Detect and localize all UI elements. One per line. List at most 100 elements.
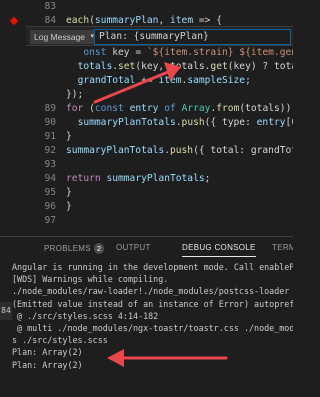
tab-problems[interactable]: PROBLEMS 2 bbox=[44, 243, 105, 254]
tab-label: DEBUG CONSOLE bbox=[182, 243, 256, 252]
code-token: summaryPlanTotals bbox=[77, 117, 176, 128]
tab-label: OUTPUT bbox=[116, 243, 151, 252]
code-token: onst bbox=[83, 47, 107, 58]
code-line[interactable]: 83 bbox=[0, 0, 293, 14]
code-token: `${item.strain} ${item.gender} bbox=[146, 47, 293, 58]
code-token: (key) ? totals. bbox=[227, 61, 293, 72]
bottom-panel: PROBLEMS2 OUTPUT DEBUG CONSOLE TERM Angu… bbox=[0, 236, 293, 397]
code-line[interactable]: 95} bbox=[0, 186, 293, 200]
code-token: from bbox=[216, 103, 240, 114]
code-line[interactable]: 93 bbox=[0, 158, 293, 172]
code-token: each bbox=[66, 15, 90, 26]
code-text: return summaryPlanTotals; bbox=[66, 172, 210, 186]
line-number: 92 bbox=[44, 145, 56, 156]
console-line: [WDS] Warnings while compiling. bbox=[12, 274, 169, 285]
code-token: } bbox=[66, 131, 72, 142]
code-token: ; bbox=[245, 75, 251, 86]
code-line[interactable]: 94 return summaryPlanTotals; bbox=[0, 172, 293, 186]
code-token: entry bbox=[256, 117, 286, 128]
code-token: ({ type: bbox=[204, 117, 257, 128]
code-text: }); bbox=[66, 88, 83, 102]
code-line[interactable]: 91} bbox=[0, 130, 293, 144]
code-line[interactable]: grandTotal += item.sampleSize; bbox=[0, 74, 293, 88]
code-token: ( bbox=[83, 103, 95, 114]
code-token: => { bbox=[193, 15, 222, 26]
line-number: 95 bbox=[44, 187, 56, 198]
code-token: grandTotal bbox=[77, 75, 136, 86]
line-number: 97 bbox=[44, 215, 56, 226]
code-token: } bbox=[66, 201, 72, 212]
code-line[interactable]: 89 for (const entry of Array.from(totals)… bbox=[0, 102, 293, 116]
line-number: 90 bbox=[44, 117, 56, 128]
code-text: for (const entry of Array.from(totals)) … bbox=[66, 102, 293, 116]
code-token: summaryPlan bbox=[94, 15, 159, 26]
console-line: ./node_modules/raw-loader!./node_modules… bbox=[12, 286, 290, 297]
console-line: @ ./src/styles.scss 4:14-182 bbox=[12, 310, 159, 321]
code-text: totals.set(key, totals.get(key) ? totals… bbox=[66, 60, 293, 74]
console-line-logpoint-output: Plan: Array(2) bbox=[12, 347, 83, 358]
tab-terminal[interactable]: TERM bbox=[272, 243, 293, 252]
code-text: grandTotal += item.sampleSize; bbox=[66, 74, 251, 88]
log-message-input[interactable]: Plan: {summaryPlan} bbox=[94, 29, 291, 45]
code-text: } bbox=[66, 130, 72, 144]
code-token: entry bbox=[129, 103, 159, 114]
problems-count-badge: 2 bbox=[93, 243, 105, 254]
code-line[interactable]: 96} bbox=[0, 200, 293, 214]
code-token: ({ total: grandTotal bbox=[193, 145, 293, 156]
console-line: s ./src/styles.scss bbox=[12, 335, 108, 346]
code-token: }); bbox=[66, 89, 84, 100]
code-token: return bbox=[66, 173, 101, 184]
tab-output[interactable]: OUTPUT bbox=[116, 243, 151, 252]
code-text: onst key = `${item.strain} ${item.gender… bbox=[66, 46, 293, 60]
code-token: summaryPlanTotals bbox=[106, 173, 205, 184]
line-number: 91 bbox=[44, 131, 56, 142]
code-line[interactable]: }); bbox=[0, 88, 293, 102]
code-line[interactable]: totals.set(key, totals.get(key) ? totals… bbox=[0, 60, 293, 74]
line-number: 83 bbox=[44, 1, 56, 12]
code-token: key = bbox=[106, 47, 147, 58]
code-token: item bbox=[158, 75, 182, 86]
console-line: (Emitted value instead of an instance of… bbox=[12, 298, 293, 309]
logpoint-type-select[interactable]: Log Message ▾ bbox=[30, 30, 98, 44]
code-token: of bbox=[164, 103, 176, 114]
code-line[interactable]: onst key = `${item.strain} ${item.gender… bbox=[0, 46, 293, 60]
code-token: , bbox=[158, 15, 170, 26]
side-line-number: 84 bbox=[0, 302, 12, 320]
tab-debug-console[interactable]: DEBUG CONSOLE bbox=[182, 243, 256, 257]
line-number: 89 bbox=[44, 103, 56, 114]
code-token: += bbox=[135, 75, 159, 86]
code-token: (key, totals. bbox=[135, 61, 211, 72]
logpoint-breakpoint-icon[interactable] bbox=[9, 16, 19, 26]
tab-label: PROBLEMS bbox=[44, 244, 91, 253]
code-token: get bbox=[210, 61, 228, 72]
code-token: sampleSize bbox=[187, 75, 246, 86]
console-line-logpoint-output: Plan: Array(2) bbox=[12, 359, 83, 370]
code-text: summaryPlanTotals.push({ total: grandTot… bbox=[66, 144, 293, 158]
code-token: summaryPlanTotals bbox=[66, 145, 165, 156]
tab-label: TERM bbox=[272, 243, 293, 252]
code-token: Array bbox=[181, 103, 211, 114]
line-number: 93 bbox=[44, 159, 56, 170]
logpoint-type-label: Log Message bbox=[34, 32, 86, 42]
code-line[interactable]: 90 summaryPlanTotals.push({ type: entry[… bbox=[0, 116, 293, 130]
console-line: Angular is running in the development mo… bbox=[12, 262, 293, 272]
code-token: push bbox=[181, 117, 205, 128]
code-line[interactable]: 92 summaryPlanTotals.push({ total: grandT… bbox=[0, 144, 293, 158]
code-token: for bbox=[66, 103, 84, 114]
code-token: item bbox=[170, 15, 194, 26]
code-text: } bbox=[66, 200, 72, 214]
debug-console-output[interactable]: Angular is running in the development mo… bbox=[12, 261, 293, 371]
code-token: 0 bbox=[291, 117, 293, 128]
code-text: } bbox=[66, 186, 72, 200]
code-text: summaryPlanTotals.push({ type: entry[0], bbox=[66, 116, 293, 130]
code-token: ; bbox=[204, 173, 211, 184]
line-number: 96 bbox=[44, 201, 56, 212]
code-line[interactable]: 97 bbox=[0, 214, 293, 228]
panel-tabs: PROBLEMS2 OUTPUT DEBUG CONSOLE TERM bbox=[0, 237, 293, 259]
code-token: push bbox=[169, 145, 194, 156]
line-number: 94 bbox=[44, 173, 56, 184]
code-token: set bbox=[118, 61, 136, 72]
